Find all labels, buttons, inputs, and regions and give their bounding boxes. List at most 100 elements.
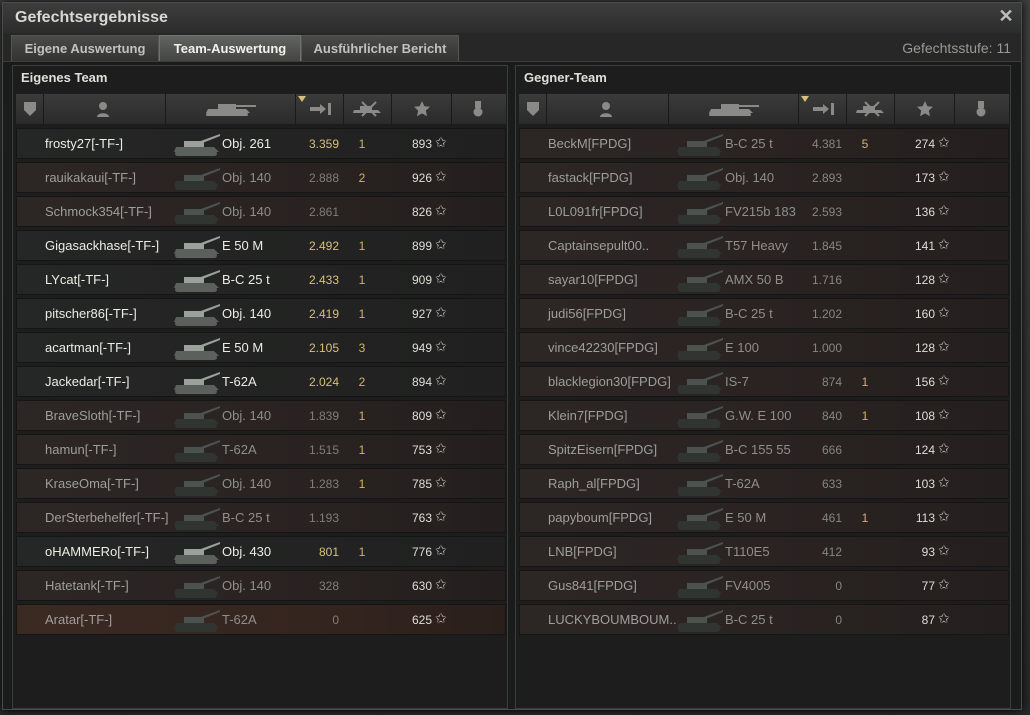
player-icon [600,102,612,117]
player-name: DerSterbehelfer[-TF-] [45,510,169,525]
xp-value: 909 [411,273,432,287]
tab-eigene-auswertung[interactable]: Eigene Auswertung [11,35,159,61]
damage-value: 2.419 [308,307,339,321]
table-row[interactable]: L0L091fr[FPDG] FV215b 183 2.593 136 ✩ [519,196,1009,227]
sort-player-button[interactable] [44,94,166,124]
player-name: frosty27[-TF-] [45,136,124,151]
battle-results-window: Gefechtsergebnisse ✕ Eigene Auswertung T… [2,2,1022,710]
xp-value: 173 [914,171,935,185]
kills-value: 1 [358,239,366,253]
table-row[interactable]: BraveSloth[-TF-] Obj. 140 1.839 1 809 ✩ [16,400,506,431]
table-row[interactable]: LYcat[-TF-] B-C 25 t 2.433 1 909 ✩ [16,264,506,295]
star-icon: ✩ [435,508,447,524]
vehicle-name: Obj. 140 [222,578,272,593]
table-row[interactable]: rauikakaui[-TF-] Obj. 140 2.888 2 926 ✩ [16,162,506,193]
xp-value: 893 [411,137,432,151]
table-row[interactable]: acartman[-TF-] E 50 M 2.105 3 949 ✩ [16,332,506,363]
damage-value: 1.839 [308,409,339,423]
star-icon: ✩ [938,270,950,286]
tab-team-auswertung[interactable]: Team-Auswertung [159,35,301,61]
vehicle-name: Obj. 261 [222,136,272,151]
player-name: Gus841[FPDG] [548,578,637,593]
sort-player-button[interactable] [547,94,669,124]
table-row[interactable]: Raph_al[FPDG] T-62A 633 103 ✩ [519,468,1009,499]
tank-icon [172,503,222,533]
star-icon: ✩ [435,270,447,286]
sort-kills-button[interactable] [344,94,392,124]
player-name: LNB[FPDG] [548,544,617,559]
table-row[interactable]: judi56[FPDG] B-C 25 t 1.202 160 ✩ [519,298,1009,329]
table-row[interactable]: fastack[FPDG] Obj. 140 2.893 173 ✩ [519,162,1009,193]
player-name: Gigasackhase[-TF-] [45,238,160,253]
kills-value: 1 [358,307,366,321]
damage-value: 1.202 [811,307,842,321]
table-row[interactable]: Klein7[FPDG] G.W. E 100 840 1 108 ✩ [519,400,1009,431]
xp-value: 113 [915,511,935,525]
table-row[interactable]: SpitzEisern[FPDG] B-C 155 55 666 124 ✩ [519,434,1009,465]
tab-ausfuehrlicher-bericht[interactable]: Ausführlicher Bericht [301,35,459,61]
kills-value: 2 [358,375,366,389]
table-row[interactable]: vince42230[FPDG] E 100 1.000 128 ✩ [519,332,1009,363]
vehicle-name: FV215b 183 [725,204,796,219]
close-icon[interactable]: ✕ [997,7,1015,25]
xp-value: 753 [411,443,432,457]
vehicle-name: AMX 50 B [725,272,784,287]
sort-vehicle-button[interactable] [669,94,799,124]
table-row[interactable]: Gigasackhase[-TF-] E 50 M 2.492 1 899 ✩ [16,230,506,261]
tank-icon [675,129,725,159]
xp-value: 141 [914,239,935,253]
table-row[interactable]: Jackedar[-TF-] T-62A 2.024 2 894 ✩ [16,366,506,397]
tank-icon [675,537,725,567]
sort-squad-button[interactable] [519,94,547,124]
damage-icon [310,103,331,115]
table-row[interactable]: papyboum[FPDG] E 50 M 461 1 113 ✩ [519,502,1009,533]
sort-kills-button[interactable] [847,94,895,124]
table-row[interactable]: Hatetank[-TF-] Obj. 140 328 630 ✩ [16,570,506,601]
player-name: vince42230[FPDG] [548,340,658,355]
player-name: blacklegion30[FPDG] [548,374,671,389]
sort-achievements-button[interactable] [452,94,506,124]
player-name: oHAMMERo[-TF-] [45,544,149,559]
sort-achievements-button[interactable] [955,94,1009,124]
table-row[interactable]: Schmock354[-TF-] Obj. 140 2.861 826 ✩ [16,196,506,227]
own-team-panel: Eigenes Team frosty27[-TF-] Obj. 261 3.3… [12,65,508,709]
table-row[interactable]: blacklegion30[FPDG] IS-7 874 1 156 ✩ [519,366,1009,397]
table-row[interactable]: oHAMMERo[-TF-] Obj. 430 801 1 776 ✩ [16,536,506,567]
damage-value: 2.105 [308,341,339,355]
sort-xp-button[interactable] [392,94,452,124]
kills-value: 1 [358,477,366,491]
table-row[interactable]: hamun[-TF-] T-62A 1.515 1 753 ✩ [16,434,506,465]
xp-value: 87 [921,613,935,627]
sort-vehicle-button[interactable] [166,94,296,124]
star-icon: ✩ [435,576,447,592]
table-row[interactable]: BeckM[FPDG] B-C 25 t 4.381 5 274 ✩ [519,128,1009,159]
tank-icon [172,197,222,227]
table-row[interactable]: Captainsepult00.. T57 Heavy 1.845 141 ✩ [519,230,1009,261]
vehicle-name: Obj. 140 [222,476,272,491]
sort-xp-button[interactable] [895,94,955,124]
player-name: fastack[FPDG] [548,170,633,185]
tab-bar: Eigene Auswertung Team-Auswertung Ausfüh… [3,33,1021,62]
table-row[interactable]: LNB[FPDG] T110E5 412 93 ✩ [519,536,1009,567]
table-row[interactable]: frosty27[-TF-] Obj. 261 3.359 1 893 ✩ [16,128,506,159]
sort-damage-button[interactable] [799,94,847,124]
damage-value: 2.861 [308,205,339,219]
vehicle-name: T-62A [222,612,257,627]
tank-icon [172,605,222,635]
table-row[interactable]: LUCKYBOUMBOUM.. B-C 25 t 0 87 ✩ [519,604,1009,635]
damage-value: 2.024 [308,375,339,389]
sort-damage-button[interactable] [296,94,344,124]
table-row[interactable]: Aratar[-TF-] T-62A 0 625 ✩ [16,604,506,635]
tank-icon [709,104,759,116]
vehicle-name: B-C 25 t [725,136,773,151]
damage-value: 3.359 [308,137,339,151]
xp-value: 785 [411,477,432,491]
table-row[interactable]: DerSterbehelfer[-TF-] B-C 25 t 1.193 763 ✩ [16,502,506,533]
sort-squad-button[interactable] [16,94,44,124]
table-row[interactable]: pitscher86[-TF-] Obj. 140 2.419 1 927 ✩ [16,298,506,329]
xp-value: 160 [914,307,935,321]
table-row[interactable]: sayar10[FPDG] AMX 50 B 1.716 128 ✩ [519,264,1009,295]
table-row[interactable]: Gus841[FPDG] FV4005 0 77 ✩ [519,570,1009,601]
player-name: BraveSloth[-TF-] [45,408,141,423]
table-row[interactable]: KraseOma[-TF-] Obj. 140 1.283 1 785 ✩ [16,468,506,499]
